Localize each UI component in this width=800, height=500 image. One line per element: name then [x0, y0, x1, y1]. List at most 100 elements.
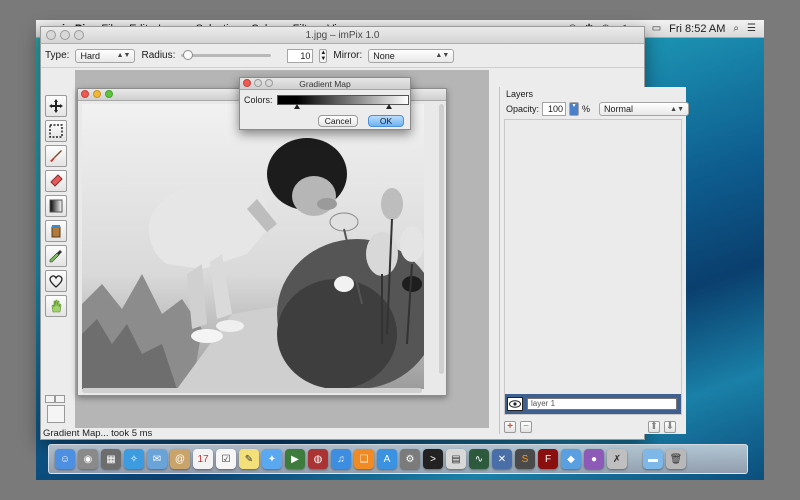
sublime-icon[interactable]: S [515, 449, 535, 469]
chevron-updown-icon: ▲▼ [435, 52, 450, 59]
facetime-icon[interactable]: ▶ [285, 449, 305, 469]
dock: ☺ ◉ ▦ ✧ ✉ @ 17 ☑ ✎ ✦ ▶ ◍ ♫ ❑ A ⚙ > ▤ ∿ ✕… [48, 444, 748, 474]
radius-label: Radius: [141, 50, 176, 61]
bucket-tool-button[interactable] [45, 220, 67, 242]
opacity-field[interactable]: 100 [542, 102, 567, 116]
spotlight-icon[interactable]: ⌕ [733, 23, 739, 34]
layer-name-field[interactable]: layer 1 [527, 398, 677, 410]
battery-icon[interactable]: ▭ [652, 23, 661, 34]
safari-icon[interactable]: ✧ [124, 449, 144, 469]
move-icon [49, 99, 63, 113]
type-select[interactable]: Hard ▲▼ [75, 48, 136, 63]
gradient-stop-white[interactable] [385, 104, 392, 109]
document-zoom-button[interactable] [105, 90, 113, 98]
default-colors-icon[interactable] [45, 395, 55, 403]
hand-icon [51, 299, 62, 313]
reminders-icon[interactable]: ☑ [216, 449, 236, 469]
dialog-titlebar[interactable]: Gradient Map [240, 78, 410, 90]
shape-tool-button[interactable] [45, 270, 67, 292]
document-vertical-scrollbar[interactable] [439, 104, 444, 374]
opacity-dropdown[interactable]: ▾ [569, 102, 580, 116]
eye-icon [509, 400, 521, 408]
radius-slider[interactable] [181, 50, 272, 60]
layer-visibility-toggle[interactable] [507, 397, 523, 411]
document-close-button[interactable] [81, 90, 89, 98]
activity-monitor-icon[interactable]: ∿ [469, 449, 489, 469]
xquartz-icon[interactable]: ✗ [607, 449, 627, 469]
photo-booth-icon[interactable]: ◍ [308, 449, 328, 469]
instruments-icon[interactable]: ● [584, 449, 604, 469]
blend-mode-value: Normal [604, 104, 634, 114]
radius-slider-knob[interactable] [183, 50, 194, 60]
calendar-icon[interactable]: 17 [193, 449, 213, 469]
itunes-icon[interactable]: ♫ [331, 449, 351, 469]
gradient-tool-button[interactable] [45, 195, 67, 217]
mirror-select[interactable]: None ▲▼ [368, 48, 455, 63]
document-minimize-button[interactable] [93, 90, 101, 98]
window-titlebar[interactable]: 1.jpg – imPix 1.0 [41, 27, 644, 44]
window-minimize-button[interactable] [60, 30, 70, 40]
arrow-down-icon: ⬇ [665, 421, 675, 432]
ibooks-icon[interactable]: ❑ [354, 449, 374, 469]
layer-row[interactable]: layer 1 [505, 394, 681, 414]
dialog-minimize-button[interactable] [254, 79, 262, 87]
gradient-stop-black[interactable] [293, 104, 300, 109]
mission-control-icon[interactable]: ▦ [101, 449, 121, 469]
swap-colors-icon[interactable] [55, 395, 65, 403]
background-color-swatch[interactable] [47, 405, 65, 423]
type-select-value: Hard [80, 50, 100, 61]
move-tool-button[interactable] [45, 95, 67, 117]
cancel-button[interactable]: Cancel [318, 115, 358, 127]
trash-icon[interactable]: 🗑 [666, 449, 686, 469]
finder-icon[interactable]: ☺ [55, 449, 75, 469]
gradient-preview-bar[interactable] [276, 95, 409, 109]
chevron-updown-icon: ▲▼ [116, 52, 131, 59]
hand-tool-button[interactable] [45, 295, 67, 317]
messages-icon[interactable]: ✦ [262, 449, 282, 469]
menubar-clock[interactable]: Fri 8:52 AM [669, 23, 725, 35]
ok-button[interactable]: OK [368, 115, 404, 127]
eraser-icon [50, 174, 63, 187]
radius-field[interactable]: 10 [287, 48, 314, 63]
flash-icon[interactable]: F [538, 449, 558, 469]
gradient-icon [49, 199, 63, 213]
move-layer-down-button[interactable]: ⬇ [664, 421, 676, 433]
heart-shape-icon [49, 275, 63, 288]
document-horizontal-scrollbar[interactable] [82, 388, 422, 393]
system-preferences-icon[interactable]: ⚙ [400, 449, 420, 469]
xcode-icon[interactable]: ✕ [492, 449, 512, 469]
terminal-icon[interactable]: > [423, 449, 443, 469]
impix-icon[interactable]: ◆ [561, 449, 581, 469]
brush-tool-button[interactable] [45, 145, 67, 167]
contacts-icon[interactable]: @ [170, 449, 190, 469]
color-swatches[interactable] [45, 395, 73, 431]
options-toolbar: Type: Hard ▲▼ Radius: 10 ▲ ▼ Mirror: None… [41, 44, 644, 68]
arrow-up-icon: ⬆ [649, 421, 659, 432]
notification-center-icon[interactable]: ☰ [747, 23, 756, 34]
blend-mode-select[interactable]: Normal ▲▼ [599, 102, 690, 116]
photo-canvas[interactable] [82, 104, 424, 389]
app-store-icon[interactable]: A [377, 449, 397, 469]
eyedropper-tool-button[interactable] [45, 245, 67, 267]
marquee-tool-button[interactable] [45, 120, 67, 142]
colors-label: Colors: [244, 95, 273, 105]
move-layer-up-button[interactable]: ⬆ [648, 421, 660, 433]
dialog-close-button[interactable] [243, 79, 251, 87]
radius-stepper[interactable]: ▲ ▼ [319, 48, 328, 63]
brush-icon [50, 150, 62, 162]
window-title: 1.jpg – imPix 1.0 [305, 30, 380, 41]
dialog-zoom-button[interactable] [265, 79, 273, 87]
preview-icon[interactable]: ▤ [446, 449, 466, 469]
launchpad-icon[interactable]: ◉ [78, 449, 98, 469]
tool-palette [45, 95, 71, 320]
bucket-icon [51, 225, 61, 238]
notes-icon[interactable]: ✎ [239, 449, 259, 469]
gradient-map-dialog: Gradient Map Colors: Cancel OK [239, 77, 411, 130]
mirror-select-value: None [373, 50, 395, 61]
mail-icon[interactable]: ✉ [147, 449, 167, 469]
folder-icon[interactable]: ▬ [643, 449, 663, 469]
layers-list: layer 1 [504, 119, 682, 415]
window-zoom-button[interactable] [74, 30, 84, 40]
eraser-tool-button[interactable] [45, 170, 67, 192]
window-close-button[interactable] [46, 30, 56, 40]
